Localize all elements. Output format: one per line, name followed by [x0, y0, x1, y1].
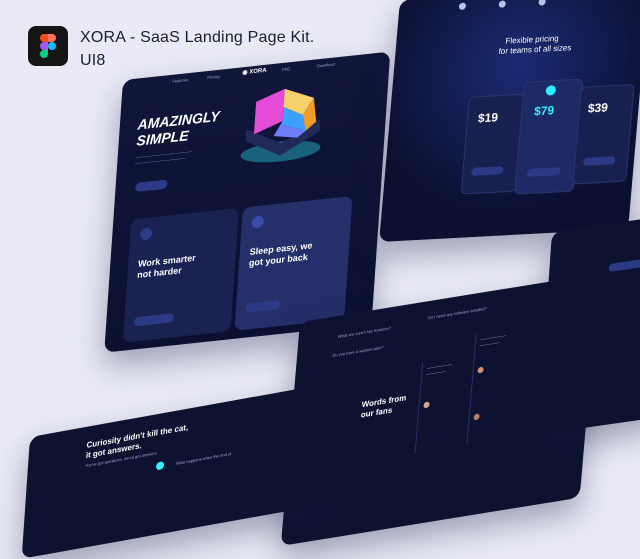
- pricing-1-button[interactable]: [471, 166, 504, 176]
- dot-icon: [458, 2, 467, 10]
- title-line-1: XORA - SaaS Landing Page Kit.: [80, 29, 315, 46]
- faq-question[interactable]: Do you have a support plan?: [332, 345, 383, 358]
- feature-2-button[interactable]: [245, 299, 281, 313]
- nav-logo: ◉ XORA: [242, 67, 267, 77]
- pricing-card-preview: Flexible pricing for teams of all sizes …: [379, 0, 640, 243]
- side-card-preview: [538, 214, 640, 435]
- faq-question[interactable]: What are xora's key features?: [338, 325, 391, 339]
- plus-icon[interactable]: [155, 461, 165, 471]
- feature-icon: [251, 215, 265, 229]
- pricing-3-button[interactable]: [582, 156, 616, 166]
- price-2: $79: [533, 103, 555, 119]
- hero-cube-illustration: [234, 80, 329, 170]
- hero-cta-button[interactable]: [135, 179, 168, 192]
- plan-icon: [545, 85, 557, 96]
- pricing-tier-card: $39: [572, 83, 635, 185]
- avatar: [473, 413, 480, 421]
- dot-icon: [498, 0, 507, 8]
- faq-question[interactable]: What happens when the end of: [176, 451, 232, 466]
- feature-icon: [139, 227, 153, 241]
- price-1: $19: [477, 110, 499, 126]
- feature-card: Sleep easy, we got your back: [234, 195, 353, 331]
- nav-item[interactable]: Pricing: [207, 74, 220, 80]
- pricing-2-button[interactable]: [526, 167, 562, 177]
- nav-item[interactable]: FAQ: [282, 66, 290, 72]
- button[interactable]: [608, 258, 640, 273]
- testimonial-column: ───────── ───────: [414, 354, 474, 455]
- nav-item[interactable]: Features: [172, 77, 188, 84]
- avatar: [477, 366, 484, 374]
- testimonial-column: ───────── ───────: [466, 325, 527, 446]
- hero-card-preview: Features Pricing ◉ XORA FAQ Download AMA…: [104, 51, 391, 353]
- nav-item[interactable]: Download: [317, 61, 335, 68]
- figma-logo-icon: [28, 26, 68, 66]
- feature-card: Work smarter not harder: [122, 208, 239, 343]
- faq-question[interactable]: Do I need any software installed?: [428, 306, 487, 321]
- avatar: [423, 401, 430, 409]
- dot-icon: [538, 0, 546, 6]
- price-3: $39: [587, 100, 609, 116]
- feature-1-button[interactable]: [133, 313, 175, 327]
